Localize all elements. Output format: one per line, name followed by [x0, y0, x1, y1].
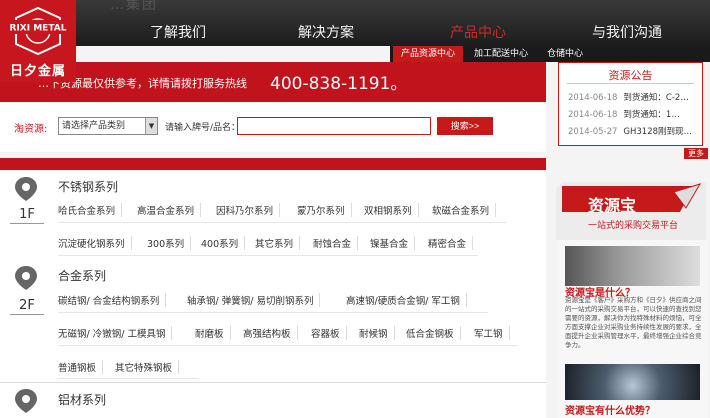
search-button[interactable]: 搜索>>	[437, 117, 493, 135]
nav-ghost-text: …集团	[110, 0, 158, 13]
floor-divider	[10, 314, 44, 315]
product-tag[interactable]: 精密合金	[428, 236, 474, 250]
product-tag[interactable]: 低合金钢板	[406, 326, 461, 340]
subnav-storage-center[interactable]: 仓储中心	[539, 46, 591, 62]
faq-answer: 资源宝是《客户》采购方和《日夕》供应商之间的一站式的采购交易平台，可以快速的查找…	[565, 296, 702, 349]
product-tag[interactable]: 军工钢	[474, 326, 510, 340]
resource-platform-banner[interactable]: 资源宝 一站式的采购交易平台	[556, 182, 706, 240]
notice-text[interactable]: 到货通知：C-2…	[623, 93, 688, 103]
product-tag[interactable]: 轴承钢/ 弹簧钢/ 易切削钢系列	[187, 293, 321, 307]
product-tag[interactable]: 碳结钢/ 合金结构钢系列	[58, 293, 167, 307]
location-pin-icon	[15, 389, 37, 413]
product-tag[interactable]: 耐蚀合金	[313, 236, 359, 250]
product-tag[interactable]: 无磁钢/ 冷镦钢/ 工模具钢	[58, 326, 173, 340]
code-label: 请输入牌号/品名：	[165, 123, 241, 133]
notice-box: 资源公告 2014-06-18 到货通知：C-2… 2014-06-18 到货通知：…	[558, 62, 703, 146]
sidebar-panel: 资源宝是什么？ 资源宝是《客户》采购方和《日夕》供应商之间的一站式的采购交易平台…	[558, 240, 708, 418]
product-tag[interactable]: 高温合金系列	[137, 203, 202, 217]
logo[interactable]: RIXI METAL 日夕金属	[0, 0, 76, 82]
section-divider	[0, 382, 546, 383]
location-pin-icon	[15, 177, 37, 201]
product-tag[interactable]: 因科乃尔系列	[216, 203, 281, 217]
category-select-value: 请选择产品类别	[62, 121, 126, 131]
hotline-number: 400-838-1191。	[270, 74, 408, 94]
product-tag[interactable]: 双相钢系列	[364, 203, 419, 217]
nav-solutions[interactable]: 解决方案	[298, 22, 354, 46]
notice-item[interactable]: 2014-05-27 GH3128刚到现…	[568, 125, 692, 137]
location-pin-icon	[15, 266, 37, 290]
product-tag[interactable]: 普通钢板	[58, 360, 104, 374]
row-divider	[58, 378, 198, 379]
category-select[interactable]: 请选择产品类别 ▼	[58, 117, 158, 135]
product-tag[interactable]: 耐磨板	[195, 326, 231, 340]
nav-contact[interactable]: 与我们沟通	[592, 22, 662, 46]
top-nav-bar: …集团 了解我们 解决方案 产品中心 与我们沟通	[0, 0, 710, 46]
notice-title: 资源公告	[608, 69, 653, 82]
product-tag[interactable]: 高强结构板	[243, 326, 298, 340]
search-label: 淘资源:	[14, 124, 48, 135]
product-tag[interactable]: 高速钢/硬质合金钢/ 军工钢	[346, 293, 467, 307]
nav-products[interactable]: 产品中心	[450, 22, 506, 46]
platform-title: 资源宝	[588, 196, 637, 215]
product-tag[interactable]: 耐候钢	[359, 326, 395, 340]
platform-subtitle: 一站式的采购交易平台	[588, 221, 679, 231]
category-title: 合金系列	[58, 269, 107, 283]
row-divider	[58, 222, 506, 223]
subnav-processing-center[interactable]: 加工配送中心	[466, 46, 536, 62]
product-tag[interactable]: 其它系列	[255, 236, 301, 250]
row-divider	[58, 312, 488, 313]
chevron-down-icon[interactable]: ▼	[145, 118, 157, 134]
product-catalog: 1F 不锈钢系列 哈氏合金系列 高温合金系列 因科乃尔系列 蒙乃尔系列 双相钢系…	[0, 158, 546, 418]
floor-label: 1F	[19, 207, 35, 222]
announcement-banner: …下资源最仅供参考，详情请拨打服务热线 400-838-1191。	[0, 62, 546, 102]
product-tag[interactable]: 400系列	[201, 236, 246, 250]
notice-item[interactable]: 2014-06-18 到货通知：C-2…	[568, 91, 689, 103]
category-title: 不锈钢系列	[58, 180, 119, 194]
content-top-bar	[0, 158, 546, 170]
floor-label: 2F	[19, 298, 35, 313]
product-tag[interactable]: 哈氏合金系列	[58, 203, 123, 217]
more-button[interactable]: 更多	[684, 148, 708, 159]
floor-divider	[10, 223, 44, 224]
product-tag[interactable]: 其它特殊钢板	[115, 360, 180, 374]
notice-date: 2014-06-18	[568, 110, 618, 120]
code-input[interactable]	[237, 117, 431, 135]
notice-divider	[567, 83, 694, 84]
row-divider	[58, 255, 478, 256]
sub-nav: 产品资源中心 加工配送中心 仓储中心	[390, 46, 710, 62]
row-divider	[58, 345, 518, 346]
notice-date: 2014-06-18	[568, 93, 618, 103]
logo-brand-text: 日夕金属	[9, 64, 66, 79]
faq-question[interactable]: 资源宝有什么优势？	[565, 402, 655, 417]
diamond-image	[565, 364, 700, 400]
product-tag[interactable]: 蒙乃尔系列	[297, 203, 352, 217]
svg-text:RIXI METAL: RIXI METAL	[10, 24, 67, 34]
product-tag[interactable]: 300系列	[147, 236, 192, 250]
notice-date: 2014-05-27	[568, 127, 618, 137]
product-tag[interactable]: 容器板	[311, 326, 347, 340]
notice-item[interactable]: 2014-06-18 到货通知：1…	[568, 108, 680, 120]
notice-text[interactable]: GH3128刚到现…	[623, 127, 692, 137]
subnav-resource-center[interactable]: 产品资源中心	[393, 46, 464, 62]
logo-emblem-text: RIXI METAL	[8, 20, 68, 34]
product-tag[interactable]: 软磁合金系列	[432, 203, 497, 217]
product-tag[interactable]: 镍基合金	[370, 236, 416, 250]
product-tag[interactable]: 沉淀硬化钢系列	[58, 236, 132, 250]
category-title: 铝材系列	[58, 393, 107, 407]
search-bar: 淘资源: 请选择产品类别 ▼ 请输入牌号/品名： 搜索>>	[0, 102, 546, 152]
thinking-man-image	[565, 246, 700, 286]
notice-text[interactable]: 到货通知：1…	[623, 110, 679, 120]
nav-about[interactable]: 了解我们	[150, 22, 206, 46]
